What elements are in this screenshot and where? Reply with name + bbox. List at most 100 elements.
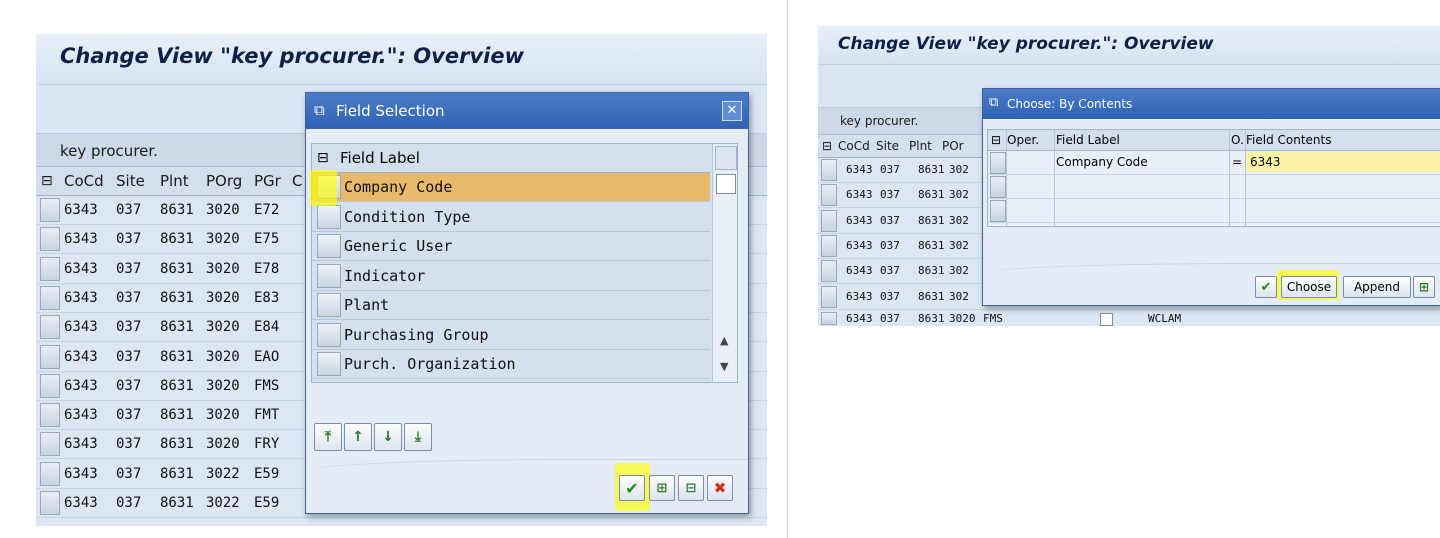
row-selector[interactable] bbox=[821, 285, 837, 308]
column-settings-icon[interactable]: ⊟ bbox=[822, 135, 832, 157]
vertical-scrollbar[interactable]: ▲ ▼ bbox=[712, 144, 737, 382]
row-selector[interactable] bbox=[40, 315, 60, 340]
row-selector[interactable] bbox=[821, 209, 837, 232]
table-cell: 3020 bbox=[206, 377, 240, 394]
row-selector[interactable] bbox=[317, 204, 341, 229]
deselect-all-icon[interactable]: ⊟ bbox=[678, 475, 704, 501]
table-cell: 302 bbox=[949, 163, 969, 176]
table-cell: 037 bbox=[116, 260, 142, 277]
row-selector[interactable] bbox=[40, 491, 60, 515]
field-list-item[interactable]: Company Code bbox=[312, 173, 710, 202]
more-options-icon[interactable]: ⊞ bbox=[1413, 276, 1435, 298]
table-cell: 6343 bbox=[64, 348, 98, 365]
table-cell: 8631 bbox=[918, 264, 945, 278]
col-plnt[interactable]: Plnt bbox=[909, 135, 932, 157]
row-selector[interactable] bbox=[40, 432, 60, 457]
field-contents-value[interactable]: 6343 bbox=[1250, 151, 1281, 174]
choose-button[interactable]: Choose bbox=[1281, 276, 1337, 298]
table-cell: 8631 bbox=[160, 377, 194, 394]
row-selector[interactable] bbox=[40, 373, 60, 398]
table-cell: 8631 bbox=[918, 213, 945, 227]
row-selector[interactable] bbox=[40, 227, 60, 252]
empty-row[interactable] bbox=[988, 199, 1440, 223]
append-button[interactable]: Append bbox=[1343, 276, 1411, 298]
table-cell: E59 bbox=[254, 495, 280, 511]
empty-row[interactable] bbox=[988, 175, 1440, 199]
dialog-icon: ⧉ bbox=[314, 101, 325, 119]
table-cell: 3020 bbox=[206, 260, 240, 277]
col-plnt[interactable]: Plnt bbox=[160, 167, 189, 195]
dialog-title: Choose: By Contents bbox=[1007, 97, 1133, 111]
col-por[interactable]: POr bbox=[942, 135, 964, 157]
table-cell: 6343 bbox=[64, 202, 98, 218]
table-cell: 6343 bbox=[846, 188, 873, 202]
column-settings-icon[interactable]: ⊟ bbox=[991, 130, 1001, 150]
row-selector[interactable] bbox=[40, 461, 60, 486]
col-c[interactable]: C bbox=[292, 167, 302, 195]
table-cell: 302 bbox=[949, 238, 969, 252]
table-cell: 3022 bbox=[206, 465, 240, 482]
sort-up-icon[interactable]: ↑ bbox=[344, 423, 372, 451]
row-selector[interactable] bbox=[990, 152, 1006, 174]
row-selector[interactable] bbox=[40, 344, 60, 369]
row-selector[interactable] bbox=[317, 293, 341, 317]
row-selector[interactable] bbox=[40, 285, 60, 310]
row-selector[interactable] bbox=[821, 260, 837, 283]
table-cell: 6343 bbox=[64, 289, 98, 306]
col-pgr[interactable]: PGr bbox=[254, 167, 281, 195]
row-selector[interactable] bbox=[317, 322, 341, 347]
scroll-checkbox[interactable] bbox=[716, 174, 736, 194]
table-cell: 302 bbox=[949, 264, 969, 278]
row-selector[interactable] bbox=[317, 352, 341, 376]
scroll-down-icon[interactable]: ▼ bbox=[720, 360, 728, 373]
field-list-item[interactable]: Indicator bbox=[312, 262, 710, 291]
col-site[interactable]: Site bbox=[116, 167, 145, 195]
row-selector[interactable] bbox=[40, 256, 60, 281]
row-selector[interactable] bbox=[821, 159, 837, 181]
dialog-title: Field Selection bbox=[336, 102, 445, 120]
scroll-up-icon[interactable]: ▲ bbox=[720, 334, 728, 347]
field-label-text: Generic User bbox=[344, 237, 453, 255]
row-selector[interactable] bbox=[821, 312, 837, 325]
row-selector[interactable] bbox=[821, 234, 837, 257]
field-list-item[interactable]: Condition Type bbox=[312, 203, 710, 232]
field-list-item[interactable]: Purch. Organization bbox=[312, 350, 710, 379]
sort-last-icon[interactable]: ⤓ bbox=[404, 423, 432, 451]
page-title: Change View "key procurer.": Overview bbox=[60, 44, 524, 68]
select-all-icon[interactable]: ⊞ bbox=[649, 475, 675, 501]
row-selector[interactable] bbox=[990, 200, 1006, 222]
row-selector[interactable] bbox=[821, 184, 837, 207]
cancel-icon[interactable]: ✖ bbox=[707, 475, 733, 501]
sort-down-icon[interactable]: ↓ bbox=[374, 423, 402, 451]
row-checkbox[interactable] bbox=[1100, 313, 1113, 326]
table-cell: 6343 bbox=[64, 231, 98, 248]
field-list-item[interactable]: Purchasing Group bbox=[312, 321, 710, 350]
scrollbar-top-box bbox=[715, 146, 737, 170]
col-site[interactable]: Site bbox=[876, 135, 899, 157]
field-list-header: ⊟ Field Label bbox=[312, 144, 710, 173]
col-porg[interactable]: POrg bbox=[206, 167, 242, 195]
field-list-item[interactable]: Generic User bbox=[312, 232, 710, 261]
column-settings-icon[interactable]: ⊟ bbox=[41, 167, 53, 195]
confirm-check-icon[interactable]: ✔ bbox=[619, 475, 645, 501]
table-cell: 8631 bbox=[160, 465, 194, 482]
confirm-check-icon[interactable]: ✔ bbox=[1255, 276, 1277, 298]
field-selection-dialog: ⧉ Field Selection ✕ ⊟ Field Label Compan… bbox=[305, 92, 749, 514]
row-selector[interactable] bbox=[990, 176, 1006, 198]
column-settings-icon[interactable]: ⊟ bbox=[317, 144, 329, 172]
criteria-row[interactable]: Company Code = 6343 bbox=[988, 151, 1440, 175]
row-selector[interactable] bbox=[40, 403, 60, 428]
row-selector[interactable] bbox=[317, 234, 341, 258]
sort-first-icon[interactable]: ⤒ bbox=[314, 423, 342, 451]
row-selector[interactable] bbox=[317, 263, 341, 288]
table-cell: 037 bbox=[880, 238, 900, 252]
col-cocd[interactable]: CoCd bbox=[64, 167, 104, 195]
row-selector[interactable] bbox=[40, 198, 60, 222]
field-selection-title-bar: ⧉ Field Selection ✕ bbox=[306, 93, 748, 129]
close-icon[interactable]: ✕ bbox=[722, 101, 742, 121]
field-list-item[interactable]: Plant bbox=[312, 291, 710, 320]
table-cell: 037 bbox=[116, 202, 142, 218]
table-row[interactable]: 6343 037 8631 3020 FMS WCLAM bbox=[818, 311, 1440, 326]
col-cocd[interactable]: CoCd bbox=[838, 135, 870, 157]
table-cell: 037 bbox=[116, 495, 142, 511]
